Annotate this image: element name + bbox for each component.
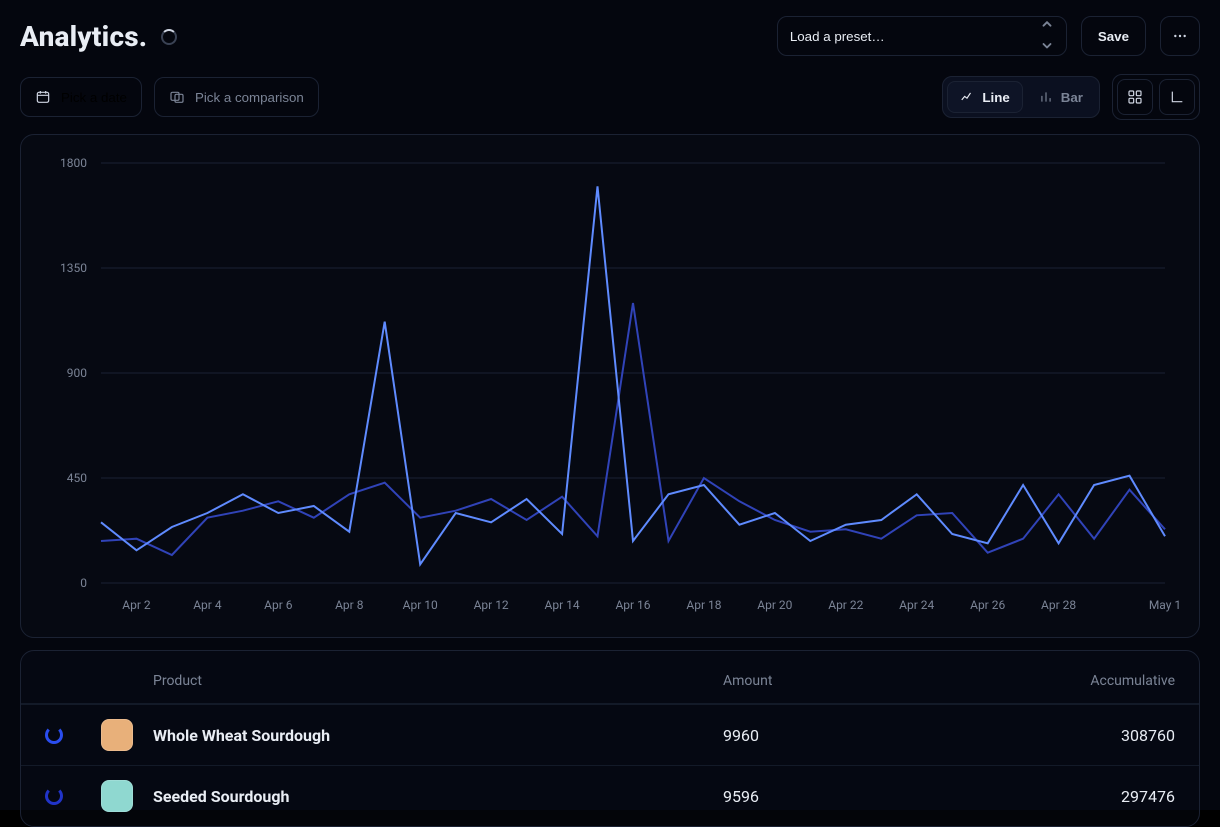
product-thumb <box>101 719 133 751</box>
svg-text:Apr 20: Apr 20 <box>757 598 792 612</box>
date-picker-label: Pick a date <box>61 90 127 105</box>
accumulative-value: 297476 <box>955 787 1175 806</box>
svg-text:Apr 22: Apr 22 <box>828 598 863 612</box>
comparison-picker-label: Pick a comparison <box>195 90 304 105</box>
preset-select[interactable]: Load a preset… <box>777 16 1067 56</box>
table-row[interactable]: Whole Wheat Sourdough 9960 308760 <box>21 704 1199 765</box>
svg-text:Apr 4: Apr 4 <box>193 598 222 612</box>
series-ring-icon <box>45 787 63 805</box>
svg-text:Apr 16: Apr 16 <box>615 598 650 612</box>
svg-text:450: 450 <box>67 471 87 485</box>
product-thumb <box>101 780 133 812</box>
svg-text:Apr 18: Apr 18 <box>686 598 721 612</box>
product-name: Seeded Sourdough <box>153 787 711 806</box>
svg-text:Apr 28: Apr 28 <box>1041 598 1076 612</box>
col-product: Product <box>153 673 711 689</box>
svg-text:Apr 24: Apr 24 <box>899 598 934 612</box>
calendar-range-icon <box>169 89 185 105</box>
svg-text:Apr 26: Apr 26 <box>970 598 1005 612</box>
svg-text:Apr 6: Apr 6 <box>264 598 293 612</box>
preset-placeholder: Load a preset… <box>790 29 885 44</box>
dots-horizontal-icon <box>1172 28 1188 44</box>
more-button[interactable] <box>1160 16 1200 56</box>
svg-text:Apr 14: Apr 14 <box>545 598 580 612</box>
table-row[interactable]: Seeded Sourdough 9596 297476 <box>21 765 1199 826</box>
chart-line-icon <box>960 90 974 104</box>
svg-text:1350: 1350 <box>60 261 87 275</box>
accumulative-value: 308760 <box>955 726 1175 745</box>
product-table: Product Amount Accumulative Whole Wheat … <box>20 650 1200 827</box>
chart-type-segmented: Line Bar <box>942 76 1100 118</box>
svg-text:1800: 1800 <box>60 156 87 170</box>
save-button[interactable]: Save <box>1081 16 1146 56</box>
chart-bar-icon <box>1039 90 1053 104</box>
svg-text:900: 900 <box>67 366 87 380</box>
svg-text:0: 0 <box>80 576 87 590</box>
svg-text:Apr 12: Apr 12 <box>474 598 509 612</box>
amount-value: 9960 <box>723 726 943 745</box>
view-axes-button[interactable] <box>1159 79 1195 115</box>
chart-type-bar[interactable]: Bar <box>1027 81 1095 113</box>
page-title: Analytics. <box>20 20 177 53</box>
axes-icon <box>1169 89 1185 105</box>
svg-text:May 1: May 1 <box>1149 598 1181 612</box>
chart-type-line[interactable]: Line <box>947 81 1022 113</box>
col-accumulative: Accumulative <box>955 673 1175 689</box>
grid-icon <box>1127 89 1143 105</box>
chevron-updown-icon <box>1040 21 1054 51</box>
view-grid-button[interactable] <box>1117 79 1153 115</box>
series-ring-icon <box>45 726 63 744</box>
chart-card: 0 450 900 1350 1800 Apr 2 Apr 4 Apr 6 Apr 8 Apr 1… <box>20 134 1200 638</box>
svg-text:Apr 8: Apr 8 <box>335 598 364 612</box>
calendar-icon <box>35 89 51 105</box>
product-name: Whole Wheat Sourdough <box>153 726 711 745</box>
loading-spinner-icon <box>161 29 177 45</box>
view-mode <box>1112 74 1200 120</box>
date-picker[interactable]: Pick a date <box>20 77 142 117</box>
comparison-picker[interactable]: Pick a comparison <box>154 77 319 117</box>
svg-text:Apr 10: Apr 10 <box>403 598 438 612</box>
col-amount: Amount <box>723 673 943 689</box>
svg-text:Apr 2: Apr 2 <box>122 598 151 612</box>
title-text: Analytics. <box>20 20 147 53</box>
line-chart[interactable]: 0 450 900 1350 1800 Apr 2 Apr 4 Apr 6 Apr 8 Apr 1… <box>45 153 1175 623</box>
amount-value: 9596 <box>723 787 943 806</box>
